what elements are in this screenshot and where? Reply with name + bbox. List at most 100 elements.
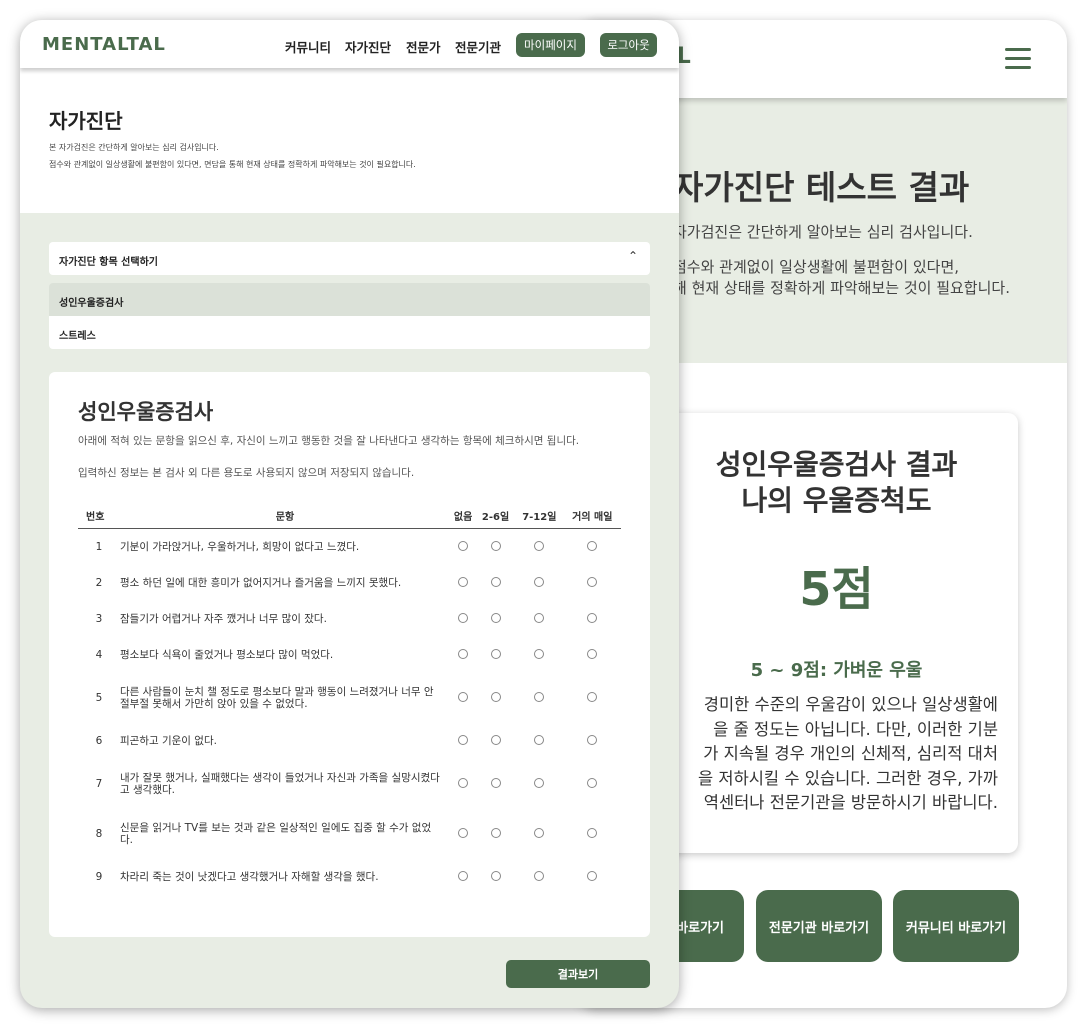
header: MENTALTAL 커뮤니티 자가진단 전문가 전문기관 마이페이지 로그아웃	[20, 20, 679, 68]
nav-institutions[interactable]: 전문기관	[455, 37, 501, 56]
table-row: 1 기분이 가라앉거나, 우울하거나, 희망이 없다고 느꼈다.	[78, 529, 621, 566]
test-option-stress[interactable]: 스트레스	[49, 316, 650, 349]
radio-2-6-days[interactable]	[490, 612, 501, 623]
table-row: 7 내가 잘못 했거나, 실패했다는 생각이 들었거나 자신과 가족을 실망시켰…	[78, 759, 621, 809]
radio-2-6-days[interactable]	[490, 870, 501, 881]
header-none: 없음	[450, 502, 477, 529]
row-number: 1	[95, 541, 103, 553]
hamburger-menu-icon[interactable]	[1005, 48, 1031, 70]
radio-almost-daily[interactable]	[587, 827, 598, 838]
radio-none[interactable]	[458, 827, 469, 838]
row-number: 5	[95, 692, 103, 704]
table-row: 6 피곤하고 기운이 없다.	[78, 723, 621, 759]
radio-almost-daily[interactable]	[587, 576, 598, 587]
page-title: 자가진단	[49, 109, 123, 133]
chevron-up-icon[interactable]: ⌃	[628, 249, 638, 263]
result-range: 5 ~ 9점: 가벼운 우울	[750, 660, 923, 681]
radio-7-12-days[interactable]	[534, 827, 545, 838]
row-question: 평소보다 식욕이 줄었거나 평소보다 많이 먹었다.	[120, 649, 334, 661]
test-instruction: 아래에 적혀 있는 문항을 읽으신 후, 자신이 느끼고 행동한 것을 잘 나타…	[78, 435, 580, 447]
table-row: 3 잠들기가 어렵거나 자주 깼거나 너무 많이 잤다.	[78, 601, 621, 637]
institution-shortcut-button[interactable]: 전문기관 바로가기	[756, 890, 882, 962]
logout-button[interactable]: 로그아웃	[600, 33, 657, 57]
row-question: 내가 잘못 했거나, 실패했다는 생각이 들었거나 자신과 가족을 실망시켰다고…	[120, 772, 440, 796]
radio-almost-daily[interactable]	[587, 734, 598, 745]
header-question: 문항	[120, 502, 450, 529]
row-number: 3	[95, 613, 103, 625]
radio-almost-daily[interactable]	[587, 540, 598, 551]
radio-none[interactable]	[458, 540, 469, 551]
view-result-button[interactable]: 결과보기	[506, 960, 650, 988]
header-2-6-days: 2-6일	[476, 502, 515, 529]
radio-none[interactable]	[458, 648, 469, 659]
desktop-test-screen: MENTALTAL 커뮤니티 자가진단 전문가 전문기관 마이페이지 로그아웃 …	[20, 20, 679, 1008]
logo[interactable]: MENTALTAL	[42, 34, 166, 55]
radio-7-12-days[interactable]	[534, 576, 545, 587]
table-row: 2 평소 하던 일에 대한 흥미가 없어지거나 즐거움을 느끼지 못했다.	[78, 565, 621, 601]
radio-2-6-days[interactable]	[490, 576, 501, 587]
radio-almost-daily[interactable]	[587, 777, 598, 788]
radio-7-12-days[interactable]	[534, 777, 545, 788]
community-shortcut-button[interactable]: 커뮤니티 바로가기	[893, 890, 1019, 962]
row-question: 피곤하고 기운이 없다.	[120, 735, 217, 747]
radio-2-6-days[interactable]	[490, 777, 501, 788]
radio-7-12-days[interactable]	[534, 870, 545, 881]
radio-none[interactable]	[458, 612, 469, 623]
test-title: 성인우울증검사	[78, 400, 214, 424]
mypage-button[interactable]: 마이페이지	[516, 33, 585, 57]
mobile-hero-desc-1: 자가검진은 간단하게 알아보는 심리 검사입니다.	[673, 223, 973, 241]
radio-2-6-days[interactable]	[490, 540, 501, 551]
test-select-dropdown[interactable]: 자가진단 항목 선택하기 ⌃	[49, 242, 650, 275]
radio-none[interactable]	[458, 734, 469, 745]
header-almost-daily: 거의 매일	[563, 502, 621, 529]
radio-7-12-days[interactable]	[534, 691, 545, 702]
result-title-line-1: 성인우울증검사 결과	[715, 448, 958, 481]
radio-none[interactable]	[458, 870, 469, 881]
nav-self-test[interactable]: 자가진단	[345, 37, 391, 56]
row-number: 6	[95, 735, 103, 747]
radio-7-12-days[interactable]	[534, 540, 545, 551]
test-option-depression[interactable]: 성인우울증검사	[49, 283, 650, 316]
test-option-label: 스트레스	[59, 331, 96, 342]
mobile-hero-title: 자가진단 테스트 결과	[673, 168, 970, 207]
test-privacy-note: 입력하신 정보는 본 검사 외 다른 용도로 사용되지 않으며 저장되지 않습니…	[78, 467, 415, 479]
header-num: 번호	[78, 502, 120, 529]
table-row: 4 평소보다 식욕이 줄었거나 평소보다 많이 먹었다.	[78, 637, 621, 673]
row-question: 다른 사람들이 눈치 챌 정도로 평소보다 말과 행동이 느려졌거나 너무 안절…	[120, 686, 434, 710]
radio-none[interactable]	[458, 777, 469, 788]
table-row: 8 신문을 읽거나 TV를 보는 것과 같은 일상적인 일에도 집중 할 수가 …	[78, 809, 621, 859]
row-question: 잠들기가 어렵거나 자주 깼거나 너무 많이 잤다.	[120, 613, 327, 625]
row-question: 신문을 읽거나 TV를 보는 것과 같은 일상적인 일에도 집중 할 수가 없었…	[120, 822, 432, 846]
row-question: 차라리 죽는 것이 낫겠다고 생각했거나 자해할 생각을 했다.	[120, 871, 379, 883]
result-title-line-2: 나의 우울증척도	[741, 484, 932, 517]
test-select-label: 자가진단 항목 선택하기	[59, 257, 158, 268]
radio-almost-daily[interactable]	[587, 691, 598, 702]
radio-almost-daily[interactable]	[587, 870, 598, 881]
radio-2-6-days[interactable]	[490, 827, 501, 838]
radio-almost-daily[interactable]	[587, 648, 598, 659]
radio-almost-daily[interactable]	[587, 612, 598, 623]
table-header-row: 번호 문항 없음 2-6일 7-12일 거의 매일	[78, 502, 621, 529]
radio-7-12-days[interactable]	[534, 648, 545, 659]
radio-none[interactable]	[458, 576, 469, 587]
row-number: 9	[95, 871, 103, 883]
row-number: 4	[95, 649, 103, 661]
radio-7-12-days[interactable]	[534, 734, 545, 745]
row-number: 8	[95, 828, 103, 840]
result-score: 5점	[799, 562, 874, 616]
question-table: 번호 문항 없음 2-6일 7-12일 거의 매일 1 기분이 가라앉거나, 우…	[78, 502, 621, 895]
radio-2-6-days[interactable]	[490, 691, 501, 702]
radio-7-12-days[interactable]	[534, 612, 545, 623]
nav-experts[interactable]: 전문가	[406, 37, 441, 56]
table-row: 5 다른 사람들이 눈치 챌 정도로 평소보다 말과 행동이 느려졌거나 너무 …	[78, 673, 621, 723]
radio-none[interactable]	[458, 691, 469, 702]
table-row: 9 차라리 죽는 것이 낫겠다고 생각했거나 자해할 생각을 했다.	[78, 859, 621, 895]
radio-2-6-days[interactable]	[490, 648, 501, 659]
header-7-12-days: 7-12일	[514, 502, 564, 529]
intro-desc-2: 점수와 관계없이 일상생활에 불편함이 있다면, 면담을 통해 현재 상태를 정…	[49, 160, 416, 169]
radio-2-6-days[interactable]	[490, 734, 501, 745]
nav-community[interactable]: 커뮤니티	[285, 37, 331, 56]
result-description: 경미한 수준의 우울감이 있으나 일상생활에 을 줄 정도는 아닙니다. 다만,…	[697, 695, 998, 812]
row-number: 2	[95, 577, 103, 589]
mobile-hero-desc-2: 점수와 관계없이 일상생활에 불편함이 있다면,	[673, 258, 960, 276]
